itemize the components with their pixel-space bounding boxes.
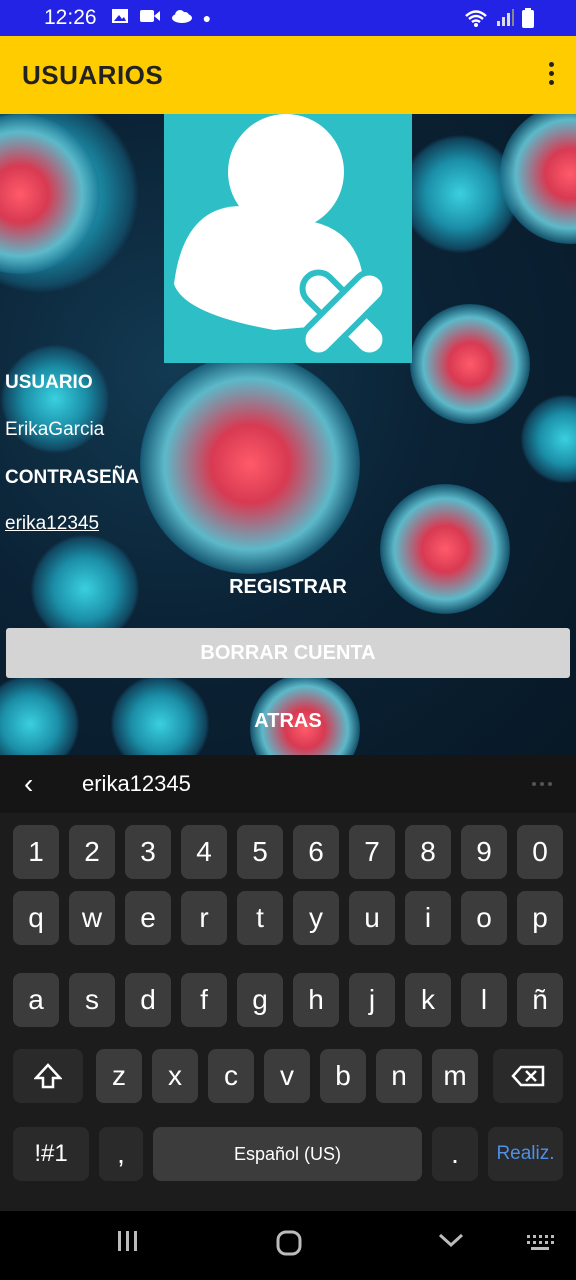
suggestion-text[interactable]: erika12345 [82, 771, 191, 797]
backspace-key[interactable] [493, 1049, 563, 1103]
page-title: USUARIOS [22, 59, 164, 90]
shift-icon [34, 1063, 62, 1089]
key-7[interactable]: 7 [349, 825, 395, 879]
main-content: USUARIO ErikaGarcia CONTRASEÑA erika1234… [0, 114, 576, 755]
key-j[interactable]: j [349, 973, 395, 1027]
wifi-icon [464, 8, 488, 33]
key-w[interactable]: w [69, 891, 115, 945]
key-i[interactable]: i [405, 891, 451, 945]
done-key[interactable]: Realiz. [488, 1127, 563, 1181]
key-b[interactable]: b [320, 1049, 366, 1103]
home-icon[interactable] [275, 1229, 303, 1264]
comma-key[interactable]: , [99, 1127, 143, 1181]
keyboard-toggle-icon[interactable] [526, 1229, 554, 1260]
key-0[interactable]: 0 [517, 825, 563, 879]
key-t[interactable]: t [237, 891, 283, 945]
key-s[interactable]: s [69, 973, 115, 1027]
usuario-label: USUARIO [5, 372, 93, 393]
period-key[interactable]: . [432, 1127, 478, 1181]
virus-background [140, 354, 360, 574]
key-f[interactable]: f [181, 973, 227, 1027]
virus-background [520, 394, 576, 484]
key-9[interactable]: 9 [461, 825, 507, 879]
key-enye[interactable]: ñ [517, 973, 563, 1027]
user-delete-image [164, 114, 412, 363]
keyboard-suggestion-bar: ‹ erika12345 [0, 755, 576, 813]
gallery-icon [111, 8, 129, 29]
password-label: CONTRASEÑA [5, 467, 140, 488]
navigation-bar [0, 1211, 576, 1280]
key-1[interactable]: 1 [13, 825, 59, 879]
key-p[interactable]: p [517, 891, 563, 945]
key-d[interactable]: d [125, 973, 171, 1027]
key-k[interactable]: k [405, 973, 451, 1027]
dot-icon: ● [202, 10, 212, 26]
more-icon[interactable] [532, 782, 552, 786]
back-chevron-icon[interactable] [438, 1229, 464, 1260]
key-n[interactable]: n [376, 1049, 422, 1103]
battery-icon [522, 8, 534, 33]
key-2[interactable]: 2 [69, 825, 115, 879]
registrar-button[interactable]: REGISTRAR [6, 562, 570, 612]
key-6[interactable]: 6 [293, 825, 339, 879]
key-3[interactable]: 3 [125, 825, 171, 879]
key-x[interactable]: x [152, 1049, 198, 1103]
key-q[interactable]: q [13, 891, 59, 945]
key-8[interactable]: 8 [405, 825, 451, 879]
shift-key[interactable] [13, 1049, 83, 1103]
password-field[interactable]: erika12345 [5, 513, 99, 535]
app-bar: USUARIOS [0, 36, 576, 114]
key-m[interactable]: m [432, 1049, 478, 1103]
key-r[interactable]: r [181, 891, 227, 945]
usuario-field[interactable]: ErikaGarcia [5, 419, 104, 441]
user-remove-icon [174, 114, 389, 359]
keyboard: 1 2 3 4 5 6 7 8 9 0 q w e r t y u i o p … [0, 813, 576, 1211]
key-o[interactable]: o [461, 891, 507, 945]
space-key[interactable]: Español (US) [153, 1127, 422, 1181]
key-a[interactable]: a [13, 973, 59, 1027]
key-5[interactable]: 5 [237, 825, 283, 879]
key-c[interactable]: c [208, 1049, 254, 1103]
atras-button[interactable]: ATRAS [6, 696, 570, 746]
key-4[interactable]: 4 [181, 825, 227, 879]
key-y[interactable]: y [293, 891, 339, 945]
key-l[interactable]: l [461, 973, 507, 1027]
chevron-left-icon[interactable]: ‹ [24, 768, 44, 800]
video-icon [139, 8, 161, 29]
key-e[interactable]: e [125, 891, 171, 945]
backspace-icon [511, 1065, 545, 1087]
symbols-key[interactable]: !#1 [13, 1127, 89, 1181]
key-v[interactable]: v [264, 1049, 310, 1103]
borrar-cuenta-button[interactable]: BORRAR CUENTA [6, 628, 570, 678]
signal-icon [496, 9, 514, 32]
virus-background [410, 304, 530, 424]
key-z[interactable]: z [96, 1049, 142, 1103]
status-bar: 12:26 ● [0, 0, 576, 36]
key-u[interactable]: u [349, 891, 395, 945]
key-h[interactable]: h [293, 973, 339, 1027]
key-g[interactable]: g [237, 973, 283, 1027]
recent-apps-icon[interactable] [116, 1229, 140, 1260]
cloud-icon [171, 9, 193, 28]
status-time: 12:26 [44, 6, 97, 29]
more-options-icon[interactable] [546, 62, 556, 90]
